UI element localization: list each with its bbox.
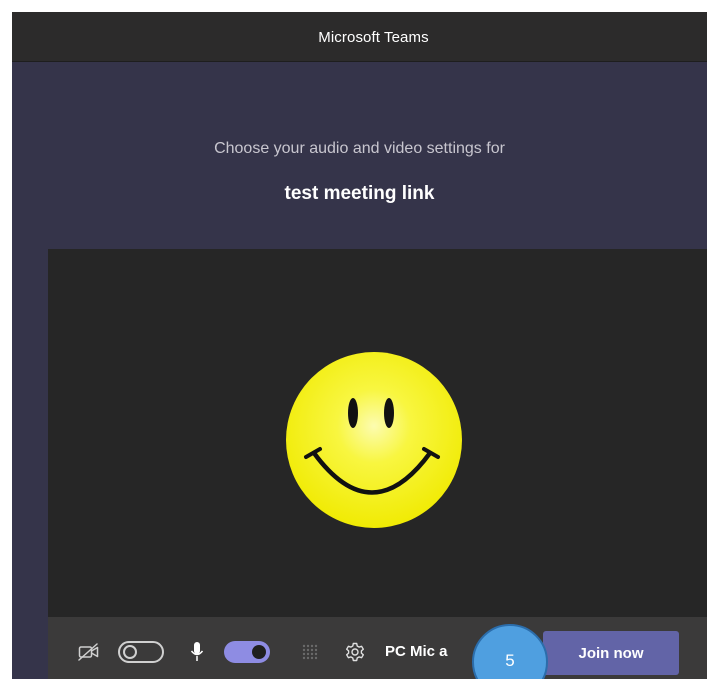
- camera-off-icon[interactable]: [78, 643, 100, 661]
- mic-toggle[interactable]: [224, 641, 270, 663]
- microphone-icon[interactable]: [190, 641, 204, 663]
- join-now-button[interactable]: Join now: [543, 631, 679, 675]
- title-bar: Microsoft Teams: [12, 12, 707, 62]
- smiley-avatar-icon: [286, 352, 462, 528]
- mic-toggle-knob: [252, 645, 266, 659]
- meeting-name: test meeting link: [284, 183, 435, 204]
- window-title: Microsoft Teams: [318, 29, 429, 46]
- background-blur-icon[interactable]: [301, 643, 319, 661]
- gear-icon[interactable]: [345, 642, 365, 662]
- camera-toggle[interactable]: [118, 641, 164, 663]
- video-preview: [48, 249, 707, 617]
- teams-window: Microsoft Teams Choose your audio and vi…: [12, 12, 707, 679]
- audio-device-label[interactable]: PC Mic a: [385, 643, 448, 660]
- prejoin-subtitle: Choose your audio and video settings for: [214, 140, 505, 157]
- camera-toggle-knob: [123, 645, 137, 659]
- prejoin-toolbar: PC Mic a Join now: [48, 617, 707, 679]
